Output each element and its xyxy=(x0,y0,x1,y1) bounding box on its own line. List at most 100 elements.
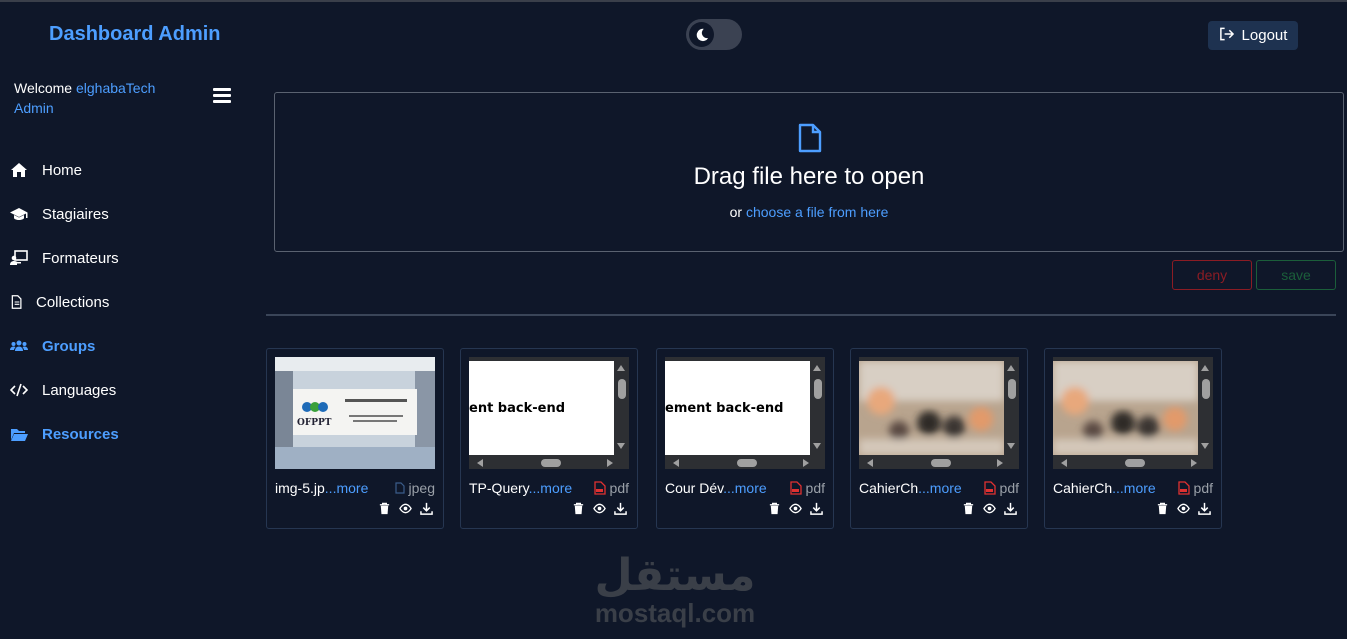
choose-file-link[interactable]: choose a file from here xyxy=(746,204,888,220)
eye-icon[interactable] xyxy=(983,502,996,515)
deny-button[interactable]: deny xyxy=(1172,260,1252,290)
file-type: pdf xyxy=(789,480,825,496)
trash-icon[interactable] xyxy=(572,502,585,515)
more-link[interactable]: ...more xyxy=(529,480,573,496)
dropzone-subtitle: or choose a file from here xyxy=(275,204,1343,220)
pdf-page: ent back-end xyxy=(469,361,614,455)
vertical-scrollbar[interactable] xyxy=(1006,361,1017,455)
vertical-scrollbar[interactable] xyxy=(812,361,823,455)
sidebar: Welcome elghabaTech Admin Home Stagiaire… xyxy=(0,70,250,639)
pdf-file-icon xyxy=(1177,481,1190,495)
menu-toggle-icon[interactable] xyxy=(213,88,231,104)
eye-icon[interactable] xyxy=(1177,502,1190,515)
image-preview[interactable]: OFPPT xyxy=(275,357,435,469)
file-actions xyxy=(1156,502,1211,515)
file-card[interactable]: OFPPT img-5.jp...more jpeg xyxy=(266,348,444,529)
sidebar-item-collections[interactable]: Collections xyxy=(10,290,109,314)
vertical-scrollbar[interactable] xyxy=(1200,361,1211,455)
sidebar-item-groups[interactable]: Groups xyxy=(10,334,95,358)
pdf-preview[interactable] xyxy=(1053,357,1213,469)
horizontal-scrollbar[interactable] xyxy=(469,457,617,469)
sidebar-item-home[interactable]: Home xyxy=(10,158,82,182)
dropzone-title: Drag file here to open xyxy=(693,163,925,190)
horizontal-scrollbar[interactable] xyxy=(1053,457,1201,469)
file-type: pdf xyxy=(983,480,1019,496)
file-name: CahierCh...more xyxy=(859,480,962,496)
download-icon[interactable] xyxy=(614,502,627,515)
download-icon[interactable] xyxy=(1004,502,1017,515)
mostaql-logo-mark: مستقل xyxy=(595,550,756,601)
file-card[interactable]: ent back-end TP-Query...more pdf xyxy=(460,348,638,529)
pdf-preview[interactable] xyxy=(859,357,1019,469)
graduation-cap-icon xyxy=(10,208,28,220)
code-icon xyxy=(10,383,28,397)
file-name-text: img-5.jp xyxy=(275,480,325,496)
pdf-preview[interactable]: ent back-end xyxy=(469,357,629,469)
vertical-scrollbar[interactable] xyxy=(616,361,627,455)
svg-text:مستقل: مستقل xyxy=(595,550,756,598)
home-icon xyxy=(11,163,27,177)
file-dropzone[interactable]: Drag file here to open or choose a file … xyxy=(274,92,1344,252)
eye-icon[interactable] xyxy=(399,502,412,515)
image-file-icon xyxy=(394,482,405,494)
horizontal-scrollbar[interactable] xyxy=(859,457,1007,469)
welcome-prefix: Welcome xyxy=(14,80,73,96)
sidebar-item-label: Resources xyxy=(42,425,119,443)
file-actions xyxy=(962,502,1017,515)
logout-label: Logout xyxy=(1241,27,1288,44)
sidebar-item-label: Formateurs xyxy=(42,249,119,267)
sidebar-item-label: Home xyxy=(42,161,83,179)
file-card[interactable]: CahierCh...more pdf xyxy=(850,348,1028,529)
section-divider xyxy=(266,314,1336,316)
pdf-file-icon xyxy=(789,481,802,495)
users-icon xyxy=(10,340,28,351)
file-type-label: pdf xyxy=(805,480,825,496)
file-type: pdf xyxy=(1177,480,1213,496)
save-button[interactable]: save xyxy=(1256,260,1336,290)
file-name-text: CahierCh xyxy=(1053,480,1113,496)
more-link[interactable]: ...more xyxy=(1112,480,1156,496)
file-name: Cour Dév...more xyxy=(665,480,767,496)
horizontal-scrollbar[interactable] xyxy=(665,457,813,469)
file-name: TP-Query...more xyxy=(469,480,572,496)
file-type-label: pdf xyxy=(999,480,1019,496)
document-icon xyxy=(11,295,22,309)
image-preview-text: OFPPT xyxy=(297,418,332,428)
download-icon[interactable] xyxy=(1198,502,1211,515)
more-link[interactable]: ...more xyxy=(918,480,962,496)
pdf-blurred-page xyxy=(859,361,1004,455)
sidebar-item-stagiaires[interactable]: Stagiaires xyxy=(10,202,109,226)
eye-icon[interactable] xyxy=(593,502,606,515)
sidebar-item-formateurs[interactable]: Formateurs xyxy=(10,246,119,270)
file-name: CahierCh...more xyxy=(1053,480,1156,496)
trash-icon[interactable] xyxy=(378,502,391,515)
sidebar-item-languages[interactable]: Languages xyxy=(10,378,116,402)
file-type-label: jpeg xyxy=(408,480,435,496)
logout-button[interactable]: Logout xyxy=(1208,21,1298,50)
file-name: img-5.jp...more xyxy=(275,480,368,496)
file-name-text: Cour Dév xyxy=(665,480,724,496)
trash-icon[interactable] xyxy=(768,502,781,515)
pdf-file-icon xyxy=(983,481,996,495)
top-header: Dashboard Admin Logout xyxy=(0,2,1347,70)
trash-icon[interactable] xyxy=(962,502,975,515)
pdf-preview[interactable]: ement back-end xyxy=(665,357,825,469)
file-actions xyxy=(768,502,823,515)
sidebar-item-label: Groups xyxy=(42,337,96,355)
mostaql-watermark: مستقل mostaql.com xyxy=(590,550,760,630)
pdf-blurred-page xyxy=(1053,361,1198,455)
file-actions xyxy=(378,502,433,515)
eye-icon[interactable] xyxy=(789,502,802,515)
file-card[interactable]: CahierCh...more pdf xyxy=(1044,348,1222,529)
trash-icon[interactable] xyxy=(1156,502,1169,515)
sidebar-item-resources[interactable]: Resources xyxy=(10,422,119,446)
more-link[interactable]: ...more xyxy=(325,480,369,496)
file-name-text: CahierCh xyxy=(859,480,919,496)
download-icon[interactable] xyxy=(810,502,823,515)
more-link[interactable]: ...more xyxy=(723,480,767,496)
file-card[interactable]: ement back-end Cour Dév...more pdf xyxy=(656,348,834,529)
download-icon[interactable] xyxy=(420,502,433,515)
dropzone-or: or xyxy=(729,204,743,220)
brand-title[interactable]: Dashboard Admin xyxy=(49,23,221,46)
theme-toggle[interactable] xyxy=(686,19,742,50)
